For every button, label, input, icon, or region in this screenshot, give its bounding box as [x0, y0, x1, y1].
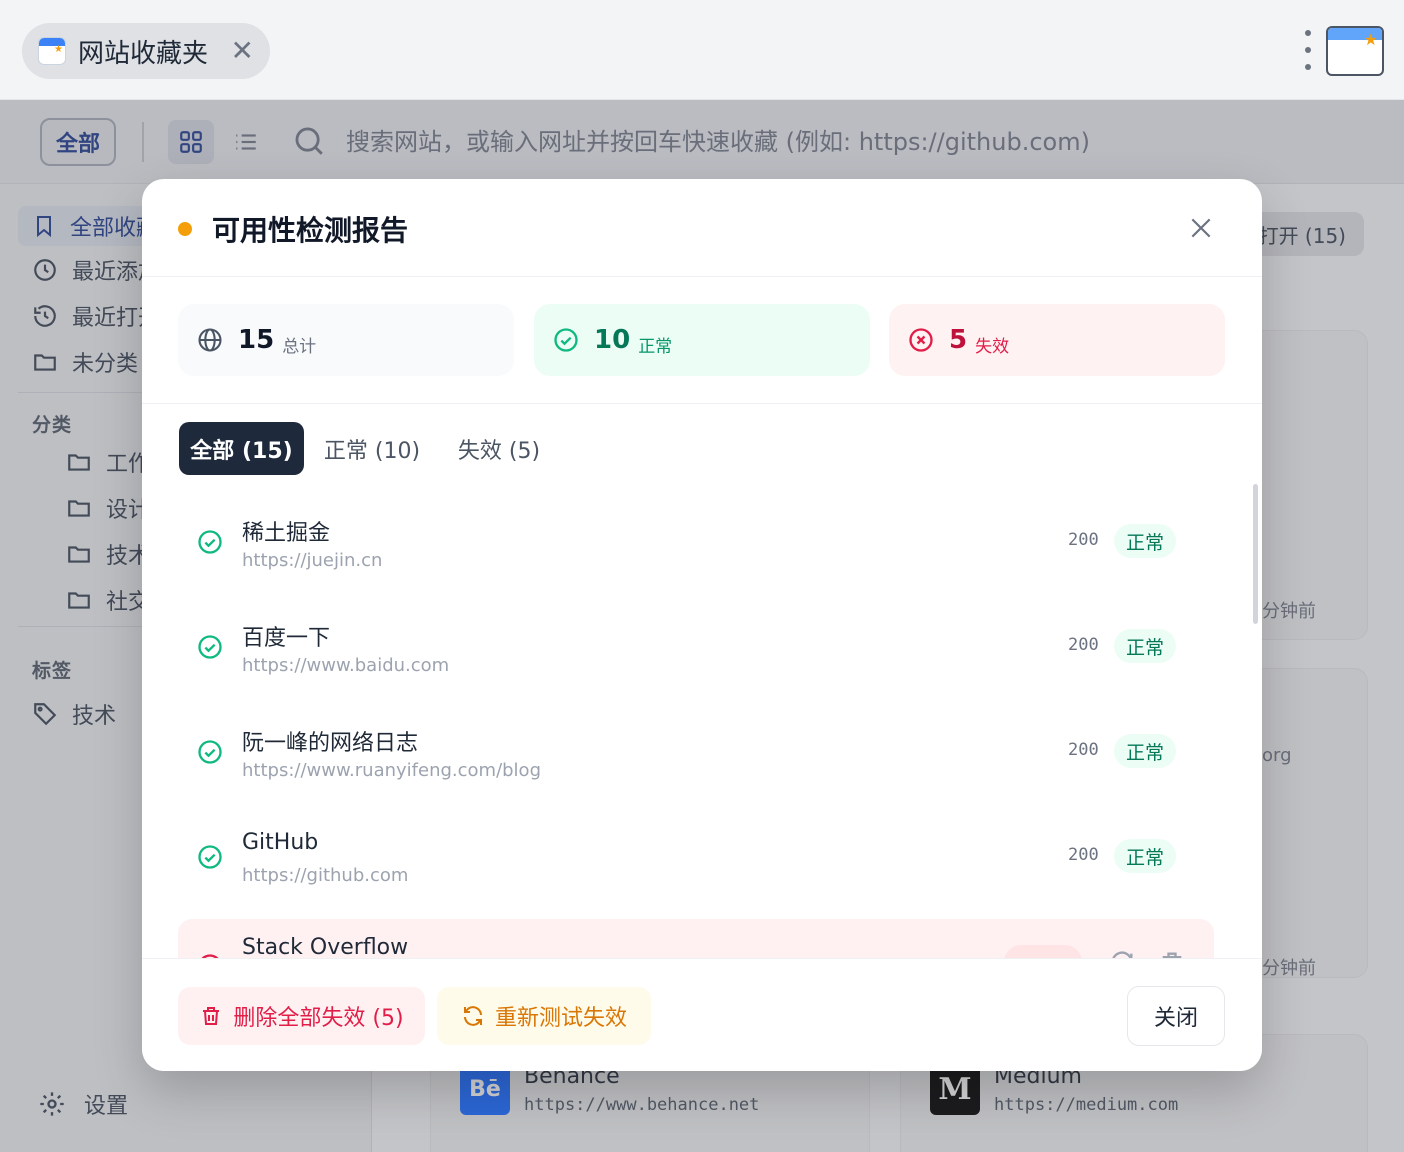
trash-icon[interactable] [1158, 949, 1186, 958]
row-url[interactable]: https://github.com [242, 865, 408, 886]
row-status-code: 200 [1068, 740, 1099, 760]
result-row[interactable]: 阮一峰的网络日志 https://www.ruanyifeng.com/blog… [178, 705, 1214, 801]
check-circle-icon [198, 635, 222, 659]
trash-icon [203, 1007, 220, 1025]
tab-bad[interactable]: 失效 (5) [444, 422, 554, 475]
tab-all[interactable]: 全部 (15) [179, 422, 304, 475]
tab-ok[interactable]: 正常 (10) [314, 422, 430, 475]
stat-ok-label: 正常 [638, 336, 673, 357]
dialog-title: 可用性检测报告 [212, 214, 409, 247]
stat-bad-label: 失效 [975, 336, 1010, 357]
stat-bad: 5 失效 [889, 304, 1225, 376]
stat-total-value: 15 [238, 325, 275, 355]
browser-chrome: 网站收藏夹 ✕ [0, 0, 1404, 100]
row-name: 阮一峰的网络日志 [242, 731, 419, 756]
browser-menu-kebab-icon[interactable] [1302, 30, 1314, 70]
availability-report-dialog: 可用性检测报告 15 总计 10 正常 5 失效 全部 (15) 正常 (10)… [142, 179, 1262, 1071]
result-row-failed[interactable]: Stack Overflow [178, 919, 1214, 958]
row-url[interactable]: https://www.ruanyifeng.com/blog [242, 760, 541, 781]
delete-all-failed-label: 删除全部失效 (5) [233, 1006, 404, 1031]
check-circle-icon [554, 328, 578, 352]
retest-icon[interactable] [1108, 949, 1136, 958]
list-scrollbar[interactable] [1253, 484, 1258, 624]
result-row[interactable]: 百度一下 https://www.baidu.com 200 正常 [178, 600, 1214, 696]
status-badge: 正常 [1114, 524, 1177, 558]
check-circle-icon [198, 530, 222, 554]
row-status-code: 200 [1068, 845, 1099, 865]
close-icon [1191, 218, 1211, 238]
result-row[interactable]: GitHub https://github.com 200 正常 [178, 810, 1214, 906]
dialog-divider [142, 403, 1262, 404]
globe-icon [198, 328, 222, 352]
row-url[interactable]: https://www.baidu.com [242, 655, 449, 676]
tab-close-icon[interactable]: ✕ [231, 37, 254, 65]
row-status-code: 200 [1068, 530, 1099, 550]
retest-failed-button[interactable]: 重新测试失效 [437, 987, 651, 1045]
dialog-close-button[interactable] [1184, 211, 1218, 245]
stat-total: 15 总计 [178, 304, 514, 376]
dialog-header: 可用性检测报告 [142, 179, 1262, 277]
browser-tab[interactable]: 网站收藏夹 ✕ [22, 23, 270, 79]
check-circle-icon [198, 845, 222, 869]
result-list: 稀土掘金 https://juejin.cn 200 正常 百度一下 https… [178, 495, 1218, 958]
row-status-code: 200 [1068, 635, 1099, 655]
row-name: 稀土掘金 [242, 521, 331, 546]
extension-icon[interactable] [1326, 26, 1384, 76]
refresh-icon [463, 1006, 482, 1026]
row-url[interactable]: https://juejin.cn [242, 550, 382, 571]
check-circle-icon [198, 740, 222, 764]
stat-ok-value: 10 [594, 325, 631, 355]
row-name: 百度一下 [242, 626, 331, 651]
result-row[interactable]: 稀土掘金 https://juejin.cn 200 正常 [178, 495, 1214, 591]
bookmark-app-favicon-icon [38, 37, 66, 65]
status-badge [1004, 945, 1082, 958]
delete-all-failed-button[interactable]: 删除全部失效 (5) [178, 987, 425, 1045]
status-badge: 正常 [1114, 839, 1177, 873]
row-name: GitHub [242, 830, 319, 855]
x-circle-icon [909, 328, 933, 352]
stat-total-label: 总计 [282, 336, 317, 357]
stat-bad-value: 5 [949, 325, 968, 355]
dialog-footer: 删除全部失效 (5) 重新测试失效 关闭 [142, 958, 1262, 1071]
retest-failed-label: 重新测试失效 [494, 1006, 627, 1031]
stat-ok: 10 正常 [534, 304, 870, 376]
row-name: Stack Overflow [242, 935, 409, 958]
status-badge: 正常 [1114, 629, 1177, 663]
status-badge: 正常 [1114, 734, 1177, 768]
close-button[interactable]: 关闭 [1127, 986, 1225, 1046]
tab-title: 网站收藏夹 [78, 38, 209, 69]
status-dot [178, 222, 192, 236]
